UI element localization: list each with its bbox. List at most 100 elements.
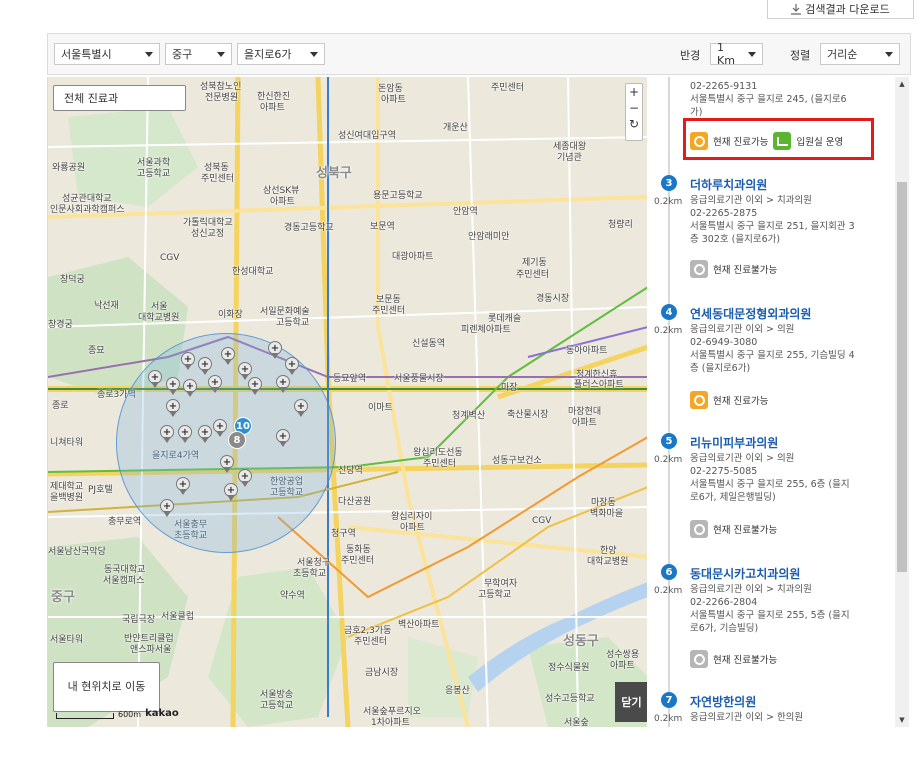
all-departments-button[interactable]: 전체 진료과: [53, 85, 186, 111]
map-label: 마장: [501, 383, 518, 393]
radius-label: 반경: [680, 49, 701, 62]
result-number: 3: [661, 175, 677, 191]
map-label: 주민센터: [491, 83, 525, 93]
map-label: 성신여대입구역: [338, 131, 396, 141]
map-label: CGV: [160, 253, 180, 263]
map-label: 주민센터: [201, 174, 235, 184]
zoom-control: + − ↻: [625, 83, 643, 141]
chevron-down-icon: [310, 51, 318, 57]
sigungu-select[interactable]: 중구: [165, 43, 232, 65]
pin-cluster[interactable]: 8: [228, 431, 246, 449]
map-label: 서울남산국악당: [48, 547, 106, 557]
map-label: 다산공원: [338, 497, 372, 507]
status-badge: 현재 진료불가능: [713, 525, 778, 536]
map-label: 동아아파트: [566, 346, 608, 356]
hospital-pin[interactable]: +: [166, 399, 180, 417]
map-label: PJ호텔: [88, 485, 113, 495]
hospital-pin[interactable]: +: [248, 377, 262, 395]
hospital-pin[interactable]: +: [213, 419, 227, 437]
result-name[interactable]: 더하루치과의원: [690, 176, 767, 193]
result-address: 로6가, 기슴빌딩): [690, 623, 759, 634]
map-view[interactable]: 성북참노인 전문병원 한신한진 아파트 돈암동 아파트 주민센터 성신여대입구역…: [47, 77, 647, 727]
result-address: 서울특별시 중구 을지로 255, 기슴빌딩 4: [690, 350, 855, 361]
result-name[interactable]: 자연방한의원: [690, 693, 756, 710]
dong-select[interactable]: 을지로6가: [237, 43, 325, 65]
result-address: 서울특별시 중구 을지로 255, 5층 (을지: [690, 610, 850, 621]
map-label: 인문사회과학캠퍼스: [50, 205, 125, 215]
map-label: 아파트: [260, 103, 285, 113]
zoom-out-button[interactable]: −: [626, 100, 642, 116]
zoom-in-button[interactable]: +: [626, 84, 642, 100]
result-phone: 02-6949-3080: [690, 337, 758, 348]
dong-value: 을지로6가: [244, 48, 292, 61]
map-label: 종로: [52, 401, 69, 411]
hospital-pin[interactable]: +: [268, 341, 282, 359]
map-label: 피렌체아파트: [461, 325, 511, 335]
hospital-pin[interactable]: +: [208, 375, 222, 393]
result-name[interactable]: 리뉴미피부과의원: [690, 434, 778, 451]
hospital-pin[interactable]: +: [178, 425, 192, 443]
map-label: 서울풍물시장: [394, 374, 444, 384]
result-name[interactable]: 동대문시카고치과의원: [690, 565, 800, 582]
result-address: 층 302호 (을지로6가): [690, 234, 781, 245]
download-results-button[interactable]: 검색결과 다운로드: [767, 0, 914, 19]
hospital-pin[interactable]: +: [224, 483, 238, 501]
hospital-pin[interactable]: +: [181, 352, 195, 370]
radius-select[interactable]: 1 Km: [710, 41, 763, 67]
map-label: 청량리: [608, 220, 633, 230]
map-label: 충무로역: [108, 517, 142, 527]
map-label: 동묘앞역: [333, 374, 367, 384]
hospital-pin[interactable]: +: [294, 399, 308, 417]
sido-select[interactable]: 서울특별시: [54, 43, 160, 65]
download-label: 검색결과 다운로드: [805, 3, 890, 16]
hospital-pin[interactable]: +: [238, 469, 252, 487]
sort-select[interactable]: 거리순: [820, 43, 900, 65]
map-label: 1차아파트: [371, 718, 410, 727]
hospital-pin[interactable]: +: [160, 499, 174, 517]
result-badges: 현재 진료불가능: [690, 520, 777, 538]
result-name[interactable]: 연세동대문정형외과의원: [690, 305, 811, 322]
result-phone: 02-2265-2875: [690, 208, 758, 219]
map-label: 고등학교: [276, 318, 310, 328]
result-number: 7: [661, 692, 677, 708]
download-icon: [791, 3, 802, 15]
map-label: 서울숲: [564, 718, 589, 727]
map-label: 성수고등학교: [545, 694, 595, 704]
result-number: 6: [661, 564, 677, 580]
result-distance: 0.2km: [654, 586, 683, 596]
hospital-pin[interactable]: +: [221, 347, 235, 365]
hospital-pin[interactable]: +: [198, 357, 212, 375]
hospital-pin[interactable]: +: [220, 455, 234, 473]
kakao-logo: kakao: [145, 708, 179, 719]
scroll-up-icon[interactable]: ▲: [895, 77, 909, 91]
map-label: 성신교정: [191, 229, 225, 239]
hospital-pin[interactable]: +: [285, 357, 299, 375]
map-label: 주민센터: [341, 556, 375, 566]
my-location-button[interactable]: 내 현위치로 이동: [53, 662, 160, 712]
result-distance: 0.2km: [654, 714, 683, 724]
map-label: 서울캠퍼스: [103, 576, 145, 586]
hospital-pin[interactable]: +: [276, 429, 290, 447]
chevron-down-icon: [217, 51, 225, 57]
hospital-pin[interactable]: +: [183, 379, 197, 397]
hospital-pin[interactable]: +: [148, 370, 162, 388]
hospital-pin[interactable]: +: [198, 425, 212, 443]
scrollbar-thumb[interactable]: [897, 182, 907, 572]
refresh-icon[interactable]: ↻: [626, 116, 642, 132]
result-address: 서울특별시 중구 을지로 251, 을지회관 3: [690, 221, 855, 232]
map-label: 국립극장: [122, 615, 156, 625]
scroll-down-icon[interactable]: ▼: [895, 713, 909, 727]
hospital-pin[interactable]: +: [160, 425, 174, 443]
result-badges: 현재 진료불가능: [690, 260, 777, 278]
hospital-pin[interactable]: +: [166, 377, 180, 395]
map-label: 플러스아파트: [574, 380, 624, 390]
hospital-pin[interactable]: +: [276, 375, 290, 393]
close-map-button[interactable]: 닫기: [615, 682, 647, 722]
result-category: 응급의료기관 이외 > 의원: [690, 324, 795, 335]
result-number: 4: [661, 304, 677, 320]
map-label: 서울타워: [50, 635, 84, 645]
hospital-pin[interactable]: +: [176, 477, 190, 495]
map-label: 경동시장: [536, 294, 570, 304]
map-label: 개운산: [443, 123, 468, 133]
results-scrollbar[interactable]: ▲ ▼: [895, 77, 909, 727]
